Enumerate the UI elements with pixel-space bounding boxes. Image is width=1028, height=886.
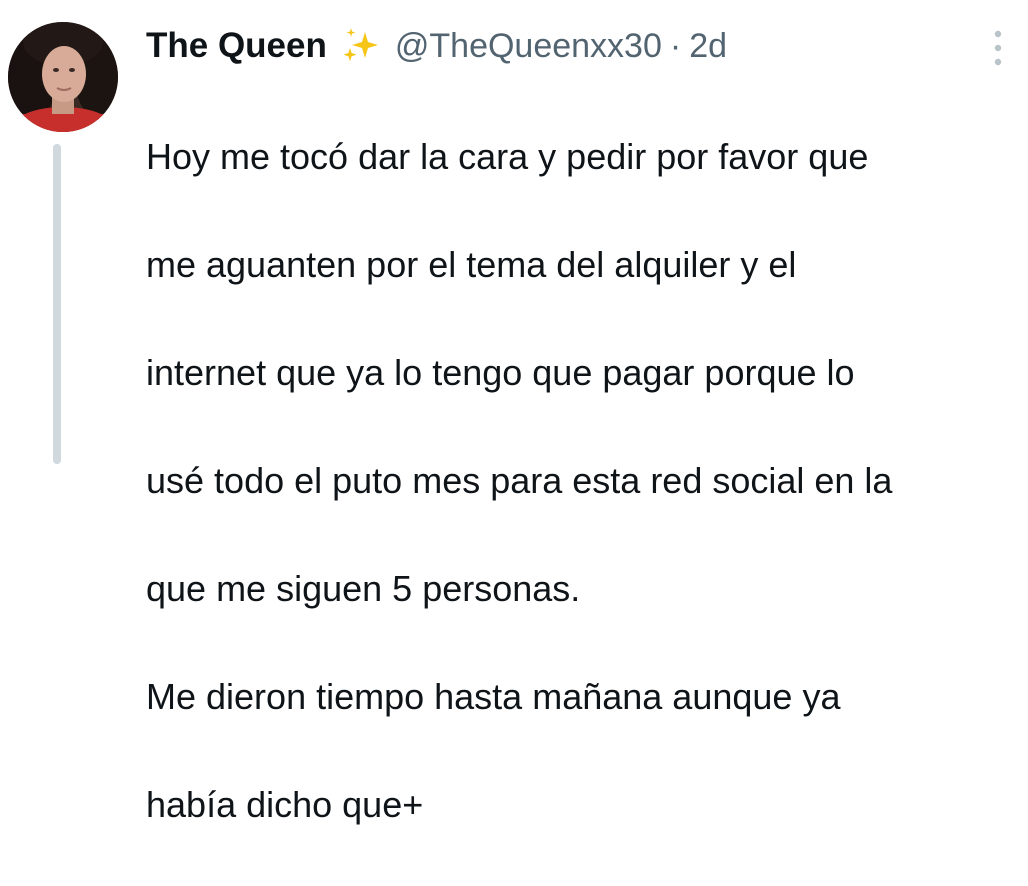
tweet-body: Hoy me tocó dar la cara y pedir por favo… <box>146 76 1016 886</box>
author-handle[interactable]: @TheQueenxx30 <box>395 27 662 66</box>
tweet-text-line: que me siguen 5 personas. <box>146 568 581 609</box>
tweet-text-line: había dicho que+ <box>146 784 424 825</box>
tweet-text-line: Hoy me tocó dar la cara y pedir por favo… <box>146 136 869 177</box>
tweet-timestamp[interactable]: 2d <box>689 27 727 66</box>
author-display-name[interactable]: The Queen <box>146 26 327 66</box>
tweet-text-line: me aguanten por el tema del alquiler y e… <box>146 244 797 285</box>
more-vertical-icon[interactable] <box>984 26 1012 70</box>
user-avatar <box>8 22 118 132</box>
avatar[interactable] <box>8 22 118 132</box>
tweet-text-line: internet que ya lo tengo que pagar porqu… <box>146 352 855 393</box>
thread-connector-line <box>53 144 61 464</box>
sparkles-icon <box>339 24 383 68</box>
tweet-header: The Queen @TheQueenxx30 · 2d <box>146 24 727 68</box>
tweet-text-line: usé todo el puto mes para esta red socia… <box>146 460 893 501</box>
tweet-text-line: Me dieron tiempo hasta mañana aunque ya <box>146 676 841 717</box>
header-separator: · <box>669 26 682 65</box>
